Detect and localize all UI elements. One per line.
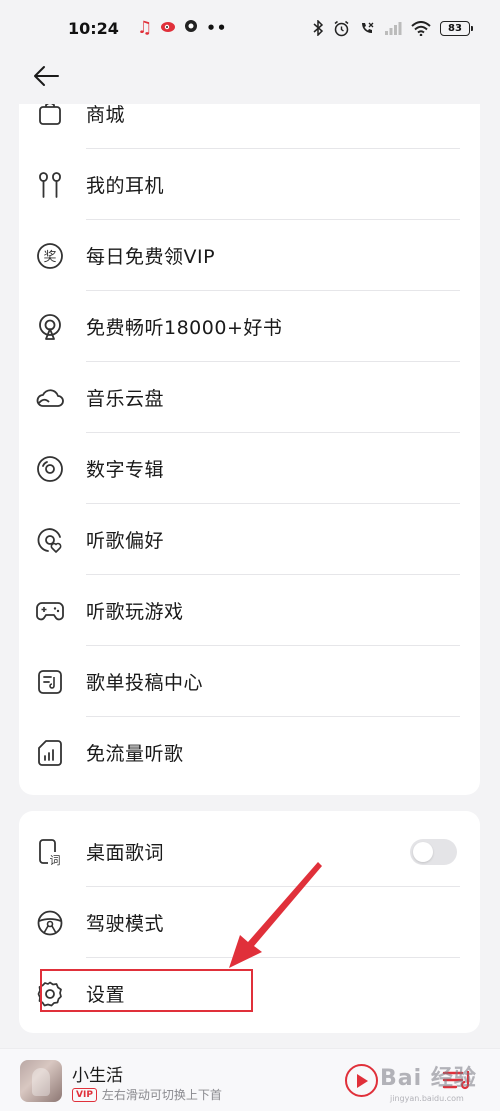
cloud-icon (35, 383, 65, 413)
arrow-left-icon (34, 66, 59, 86)
svg-text:奖: 奖 (43, 250, 56, 265)
playlist-submit-icon (35, 667, 65, 697)
alarm-icon (333, 20, 350, 37)
menu-item-driving-mode[interactable]: 驾驶模式 (19, 887, 480, 958)
menu-item-data-free[interactable]: 免流量听歌 (19, 717, 480, 788)
menu-item-my-earphones[interactable]: 我的耳机 (19, 149, 480, 220)
battery-indicator: 83 (440, 20, 473, 36)
menu-item-desktop-lyrics[interactable]: 词 桌面歌词 (19, 816, 480, 887)
playlist-icon (442, 1071, 470, 1090)
vip-badge: VIP (72, 1087, 97, 1102)
menu-item-music-games[interactable]: 听歌玩游戏 (19, 575, 480, 646)
desktop-lyrics-icon: 词 (35, 837, 65, 867)
song-title[interactable]: 小生活 (72, 1061, 123, 1086)
menu-label: 驾驶模式 (86, 913, 165, 935)
menu-item-daily-vip[interactable]: 奖 每日免费领VIP (19, 220, 480, 291)
menu-label: 每日免费领VIP (86, 246, 216, 268)
menu-label: 免流量听歌 (86, 743, 184, 765)
data-free-icon (35, 738, 65, 768)
menu-label: 音乐云盘 (86, 388, 165, 410)
album-cover[interactable] (20, 1060, 62, 1102)
menu-item-free-audiobooks[interactable]: 免费畅听18000+好书 (19, 291, 480, 362)
song-subtitle: VIP 左右滑动可切换上下首 (72, 1086, 222, 1103)
earphones-icon (35, 170, 65, 200)
wifi-icon (411, 20, 431, 36)
award-icon: 奖 (35, 241, 65, 271)
playlist-button[interactable] (440, 1067, 476, 1093)
menu-label: 免费畅听18000+好书 (86, 317, 283, 339)
menu-label: 我的耳机 (86, 175, 165, 197)
menu-item-playlist-submission[interactable]: 歌单投稿中心 (19, 646, 480, 717)
gamepad-icon (35, 596, 65, 626)
back-button[interactable] (26, 58, 66, 94)
page-header (0, 56, 500, 104)
play-button[interactable] (345, 1064, 378, 1097)
menu-card-main: 商城 我的耳机 奖 每日免费领VIP 免费畅听18000+好书 音乐云盘 数字专… (19, 80, 480, 795)
menu-label: 听歌玩游戏 (86, 601, 184, 623)
menu-label: 歌单投稿中心 (86, 672, 204, 694)
menu-item-digital-album[interactable]: 数字专辑 (19, 433, 480, 504)
call-muted-icon (359, 20, 375, 36)
mini-player: 小生活 VIP 左右滑动可切换上下首 (0, 1048, 500, 1111)
status-time: 10:24 (68, 18, 119, 38)
more-notifications-icon: •• (206, 19, 228, 37)
disc-icon (35, 454, 65, 484)
toggle-knob (413, 841, 433, 862)
weibo-icon (160, 19, 176, 37)
menu-label: 商城 (86, 104, 126, 126)
menu-card-settings: 词 桌面歌词 驾驶模式 设置 (19, 811, 480, 1033)
audiobook-icon (35, 312, 65, 342)
svg-text:词: 词 (50, 854, 61, 866)
desktop-lyrics-toggle[interactable] (410, 838, 457, 865)
menu-item-cloud-drive[interactable]: 音乐云盘 (19, 362, 480, 433)
gear-icon (35, 979, 65, 1009)
music-note-icon: ♫ (136, 18, 153, 38)
status-bar: 10:24 ♫ •• 83 (0, 0, 500, 56)
menu-label: 设置 (86, 984, 126, 1006)
preference-icon (35, 525, 65, 555)
signal-icon (384, 21, 402, 35)
menu-item-settings[interactable]: 设置 (19, 958, 480, 1029)
steering-wheel-icon (35, 908, 65, 938)
app-notification-icon (184, 19, 198, 37)
bluetooth-icon (313, 20, 324, 36)
menu-label: 听歌偏好 (86, 530, 165, 552)
swipe-hint: 左右滑动可切换上下首 (101, 1088, 222, 1102)
menu-label: 桌面歌词 (86, 842, 165, 864)
play-icon (356, 1073, 368, 1088)
menu-label: 数字专辑 (86, 459, 165, 481)
menu-item-listening-preference[interactable]: 听歌偏好 (19, 504, 480, 575)
